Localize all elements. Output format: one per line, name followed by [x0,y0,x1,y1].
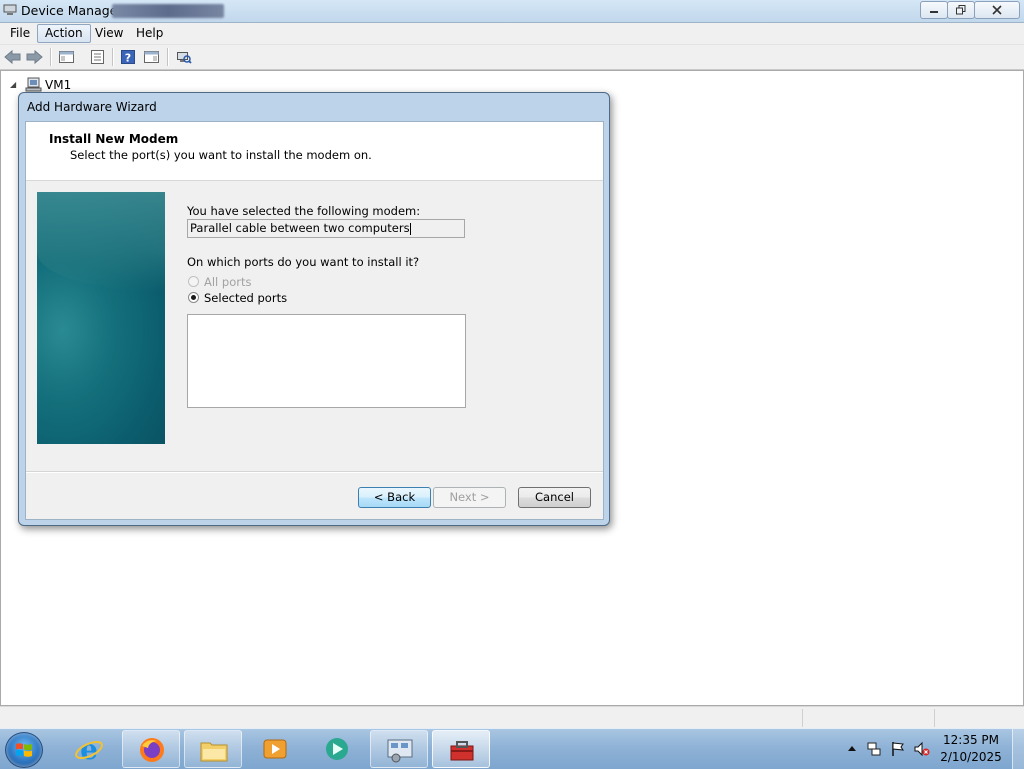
add-hardware-wizard-dialog: Add Hardware Wizard Install New Modem Se… [18,92,610,526]
taskbar: e 12:35 PM 2/10/2025 [0,728,1024,769]
toolbar-separator [112,48,114,66]
status-divider [934,709,935,727]
action-pane-icon[interactable] [143,49,160,65]
windows-logo-icon [16,743,32,757]
radio-button-disabled [188,276,199,287]
menu-bar: File Action View Help [0,23,1024,45]
properties-icon[interactable] [89,49,106,65]
toolbox-icon [450,741,474,761]
wizard-header: Install New Modem Select the port(s) you… [26,122,603,181]
text-caret [409,222,411,235]
wizard-body: Install New Modem Select the port(s) you… [25,121,604,520]
show-hide-console-tree-icon[interactable] [58,49,75,65]
svg-text:?: ? [125,52,131,65]
forward-arrow-icon[interactable] [26,49,43,65]
start-button[interactable] [5,732,43,768]
wizard-subheading: Select the port(s) you want to install t… [70,148,372,162]
internet-explorer-icon: e [75,735,103,763]
window-title-bar[interactable]: Device Manager [0,0,1024,23]
footer-divider [26,471,603,473]
menu-action[interactable]: Action [37,24,91,43]
cancel-button[interactable]: Cancel [518,487,591,508]
selected-modem-value: Parallel cable between two computers [190,221,410,235]
back-arrow-icon[interactable] [4,49,21,65]
clock-date[interactable]: 2/10/2025 [938,750,1004,764]
app-icon [326,738,348,760]
show-desktop-button[interactable] [1012,729,1024,769]
status-divider [802,709,803,727]
clock-time[interactable]: 12:35 PM [938,733,1004,747]
toolbar-separator [50,48,52,66]
selected-modem-field[interactable]: Parallel cable between two computers [187,219,465,238]
help-icon[interactable]: ? [120,49,137,65]
menu-help[interactable]: Help [129,25,170,42]
ports-question-label: On which ports do you want to install it… [187,255,420,269]
close-icon [992,5,1002,15]
firefox-icon [140,738,164,762]
media-player-icon [263,739,287,759]
next-button: Next > [433,487,506,508]
menu-file[interactable]: File [3,25,37,42]
selected-modem-label: You have selected the following modem: [187,204,421,218]
window-title: Device Manager [21,3,123,18]
taskbar-file-explorer[interactable] [184,730,242,768]
tree-root-label: VM1 [45,78,72,92]
wizard-title: Add Hardware Wizard [27,100,157,114]
minimize-button[interactable] [920,1,948,19]
taskbar-device-manager[interactable] [370,730,428,768]
network-icon[interactable] [866,741,882,757]
taskbar-toolbox[interactable] [432,730,490,768]
title-redacted-region [112,4,224,18]
status-bar [0,706,1024,729]
wizard-heading: Install New Modem [49,132,179,146]
device-manager-app-icon [3,4,17,15]
toolbar: ? [0,45,1024,70]
taskbar-firefox[interactable] [122,730,180,768]
taskbar-media-player[interactable] [246,730,304,768]
file-explorer-icon [200,742,228,762]
show-hidden-icons-chevron-icon[interactable] [844,741,860,757]
collapse-triangle-icon[interactable]: ◢ [10,80,16,89]
all-ports-label: All ports [204,275,252,289]
menu-view[interactable]: View [88,25,130,42]
wizard-side-graphic [37,192,165,444]
ports-listbox[interactable] [187,314,466,408]
close-button[interactable] [974,1,1020,19]
taskbar-app[interactable] [308,730,366,768]
volume-muted-icon[interactable] [914,741,930,757]
selected-ports-label[interactable]: Selected ports [204,291,287,305]
radio-button-checked[interactable] [188,292,199,303]
device-manager-icon [387,739,413,763]
toolbar-separator [167,48,169,66]
scan-hardware-changes-icon[interactable] [175,49,192,65]
taskbar-internet-explorer[interactable]: e [60,730,118,768]
action-center-flag-icon[interactable] [890,741,906,757]
restore-icon [956,5,966,15]
computer-icon [25,77,42,92]
back-button[interactable]: < Back [358,487,431,508]
restore-button[interactable] [947,1,975,19]
minimize-icon [930,11,938,13]
